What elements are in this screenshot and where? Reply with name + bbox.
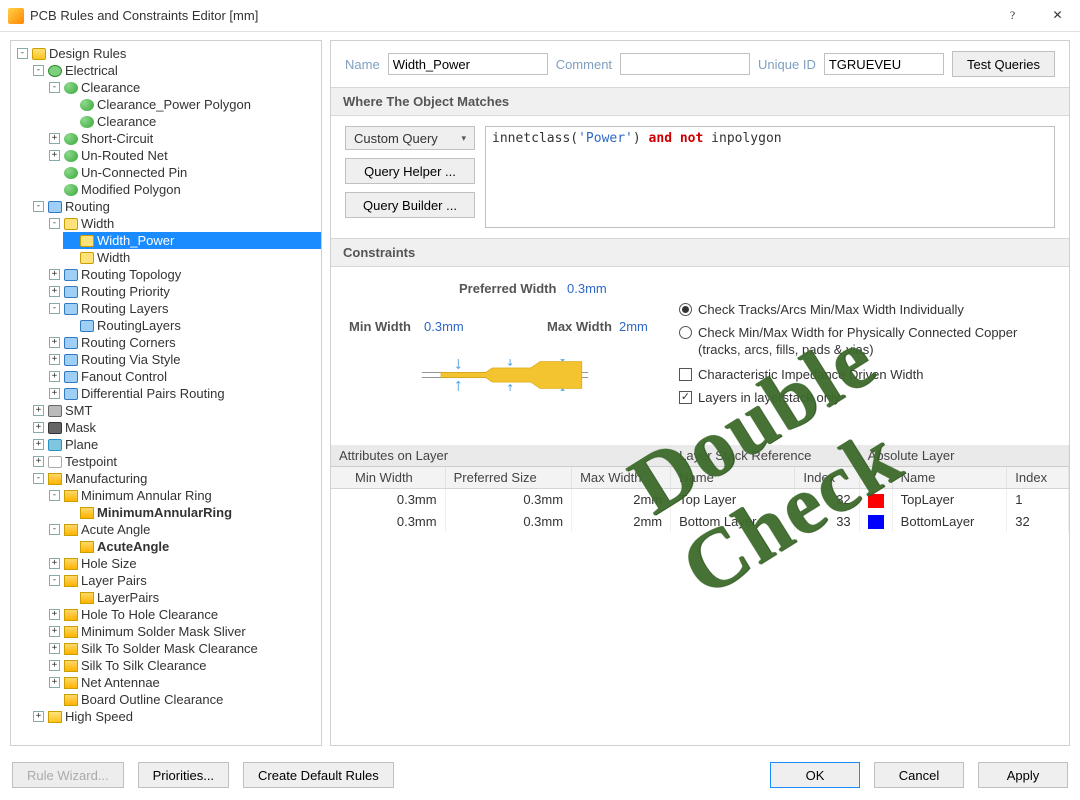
layer-attributes-table[interactable]: Attributes on Layer Layer Stack Referenc… bbox=[331, 445, 1069, 532]
priorities-button[interactable]: Priorities... bbox=[138, 762, 229, 788]
tree-rprio[interactable]: Routing Priority bbox=[81, 283, 170, 300]
tree-mask[interactable]: Mask bbox=[65, 419, 96, 436]
chk-layerstack[interactable]: ✓ bbox=[679, 391, 692, 404]
tree-hole[interactable]: Hole Size bbox=[81, 555, 137, 572]
tree-sliver[interactable]: Minimum Solder Mask Sliver bbox=[81, 623, 246, 640]
tree-rvia[interactable]: Routing Via Style bbox=[81, 351, 181, 368]
apply-button[interactable]: Apply bbox=[978, 762, 1068, 788]
tree-unrouted[interactable]: Un-Routed Net bbox=[81, 147, 168, 164]
tree-manufacturing[interactable]: Manufacturing bbox=[65, 470, 147, 487]
tree-s2smc[interactable]: Silk To Solder Mask Clearance bbox=[81, 640, 258, 657]
pref-width-value[interactable]: 0.3mm bbox=[567, 281, 607, 296]
test-queries-button[interactable]: Test Queries bbox=[952, 51, 1055, 77]
tree-h2h[interactable]: Hole To Hole Clearance bbox=[81, 606, 218, 623]
dialog-button-bar: Rule Wizard... Priorities... Create Defa… bbox=[0, 750, 1080, 800]
tree-rlayers-rule[interactable]: RoutingLayers bbox=[97, 317, 181, 334]
tree-routing[interactable]: Routing bbox=[65, 198, 110, 215]
query-builder-button[interactable]: Query Builder ... bbox=[345, 192, 475, 218]
width-diagram: Preferred Width 0.3mm Min Width 0.3mm Ma… bbox=[349, 281, 649, 441]
query-textarea[interactable]: innetclass('Power') and not inpolygon bbox=[485, 126, 1055, 228]
max-width-label: Max Width bbox=[547, 319, 612, 334]
where-header: Where The Object Matches bbox=[331, 87, 1069, 116]
name-input[interactable] bbox=[388, 53, 548, 75]
radio-label-1: Check Tracks/Arcs Min/Max Width Individu… bbox=[698, 301, 964, 318]
close-button[interactable]: ✕ bbox=[1035, 1, 1080, 31]
tree-highspeed[interactable]: High Speed bbox=[65, 708, 133, 725]
tree-rcorners[interactable]: Routing Corners bbox=[81, 334, 176, 351]
query-helper-button[interactable]: Query Helper ... bbox=[345, 158, 475, 184]
chk-label-impedance: Characteristic Impedance Driven Width bbox=[698, 366, 923, 383]
min-width-value[interactable]: 0.3mm bbox=[424, 319, 464, 334]
tree-acute-rule[interactable]: AcuteAngle bbox=[97, 538, 169, 555]
titlebar: PCB Rules and Constraints Editor [mm] ? … bbox=[0, 0, 1080, 32]
rules-tree-panel[interactable]: -Design Rules -Electrical -Clearance Cle… bbox=[10, 40, 322, 746]
tree-unconn[interactable]: Un-Connected Pin bbox=[81, 164, 187, 181]
pref-width-label: Preferred Width bbox=[459, 281, 556, 296]
tree-testpoint[interactable]: Testpoint bbox=[65, 453, 117, 470]
table-group-stack: Layer Stack Reference bbox=[671, 445, 860, 467]
help-button[interactable]: ? bbox=[990, 1, 1035, 31]
rule-wizard-button: Rule Wizard... bbox=[12, 762, 124, 788]
query-mode-dropdown[interactable]: Custom Query▾ bbox=[345, 126, 475, 150]
tree-root[interactable]: Design Rules bbox=[49, 45, 126, 62]
tree-boardout[interactable]: Board Outline Clearance bbox=[81, 691, 223, 708]
tree-netant[interactable]: Net Antennae bbox=[81, 674, 160, 691]
max-width-value[interactable]: 2mm bbox=[619, 319, 648, 334]
rules-tree[interactable]: -Design Rules -Electrical -Clearance Cle… bbox=[11, 45, 321, 725]
tree-clearance-rule[interactable]: Clearance bbox=[97, 113, 156, 130]
tree-minann-cat[interactable]: Minimum Annular Ring bbox=[81, 487, 212, 504]
comment-label: Comment bbox=[556, 57, 612, 72]
tree-width-rule[interactable]: Width bbox=[97, 249, 130, 266]
chevron-down-icon: ▾ bbox=[461, 133, 466, 144]
table-row[interactable]: 0.3mm0.3mm2mmBottom Layer33BottomLayer32 bbox=[331, 511, 1069, 533]
tree-minann-rule[interactable]: MinimumAnnularRing bbox=[97, 504, 232, 521]
chk-impedance[interactable] bbox=[679, 368, 692, 381]
app-icon bbox=[8, 8, 24, 24]
uniqueid-label: Unique ID bbox=[758, 57, 816, 72]
tree-diffpair[interactable]: Differential Pairs Routing bbox=[81, 385, 225, 402]
tree-rlayers[interactable]: Routing Layers bbox=[81, 300, 168, 317]
name-label: Name bbox=[345, 57, 380, 72]
table-row[interactable]: 0.3mm0.3mm2mmTop Layer32TopLayer1 bbox=[331, 489, 1069, 511]
table-group-attrs: Attributes on Layer bbox=[331, 445, 671, 467]
tree-s2s[interactable]: Silk To Silk Clearance bbox=[81, 657, 206, 674]
rule-editor-panel: Name Comment Unique ID Test Queries Wher… bbox=[330, 40, 1070, 746]
table-group-abs: Absolute Layer bbox=[859, 445, 1068, 467]
tree-modpoly[interactable]: Modified Polygon bbox=[81, 181, 181, 198]
tree-fanout[interactable]: Fanout Control bbox=[81, 368, 167, 385]
tree-clearance-pp[interactable]: Clearance_Power Polygon bbox=[97, 96, 251, 113]
uniqueid-input[interactable] bbox=[824, 53, 944, 75]
tree-lpairs-cat[interactable]: Layer Pairs bbox=[81, 572, 147, 589]
min-width-label: Min Width bbox=[349, 319, 411, 334]
radio-label-2: Check Min/Max Width for Physically Conne… bbox=[698, 324, 1017, 358]
tree-smt[interactable]: SMT bbox=[65, 402, 92, 419]
radio-check-connected[interactable] bbox=[679, 326, 692, 339]
comment-input[interactable] bbox=[620, 53, 750, 75]
tree-lpairs-rule[interactable]: LayerPairs bbox=[97, 589, 159, 606]
create-default-rules-button[interactable]: Create Default Rules bbox=[243, 762, 394, 788]
chk-label-layerstack: Layers in layerstack only bbox=[698, 389, 840, 406]
constraints-header: Constraints bbox=[331, 238, 1069, 267]
tree-rtopo[interactable]: Routing Topology bbox=[81, 266, 181, 283]
trace-shape-icon bbox=[375, 359, 635, 391]
radio-check-individually[interactable] bbox=[679, 303, 692, 316]
tree-acute-cat[interactable]: Acute Angle bbox=[81, 521, 150, 538]
tree-short[interactable]: Short-Circuit bbox=[81, 130, 153, 147]
cancel-button[interactable]: Cancel bbox=[874, 762, 964, 788]
ok-button[interactable]: OK bbox=[770, 762, 860, 788]
tree-width-cat[interactable]: Width bbox=[81, 215, 114, 232]
expand-toggle[interactable]: - bbox=[17, 48, 28, 59]
tree-clearance[interactable]: Clearance bbox=[81, 79, 140, 96]
window-title: PCB Rules and Constraints Editor [mm] bbox=[30, 8, 990, 23]
tree-plane[interactable]: Plane bbox=[65, 436, 98, 453]
tree-width-power[interactable]: Width_Power bbox=[63, 232, 321, 249]
tree-electrical[interactable]: Electrical bbox=[65, 62, 118, 79]
